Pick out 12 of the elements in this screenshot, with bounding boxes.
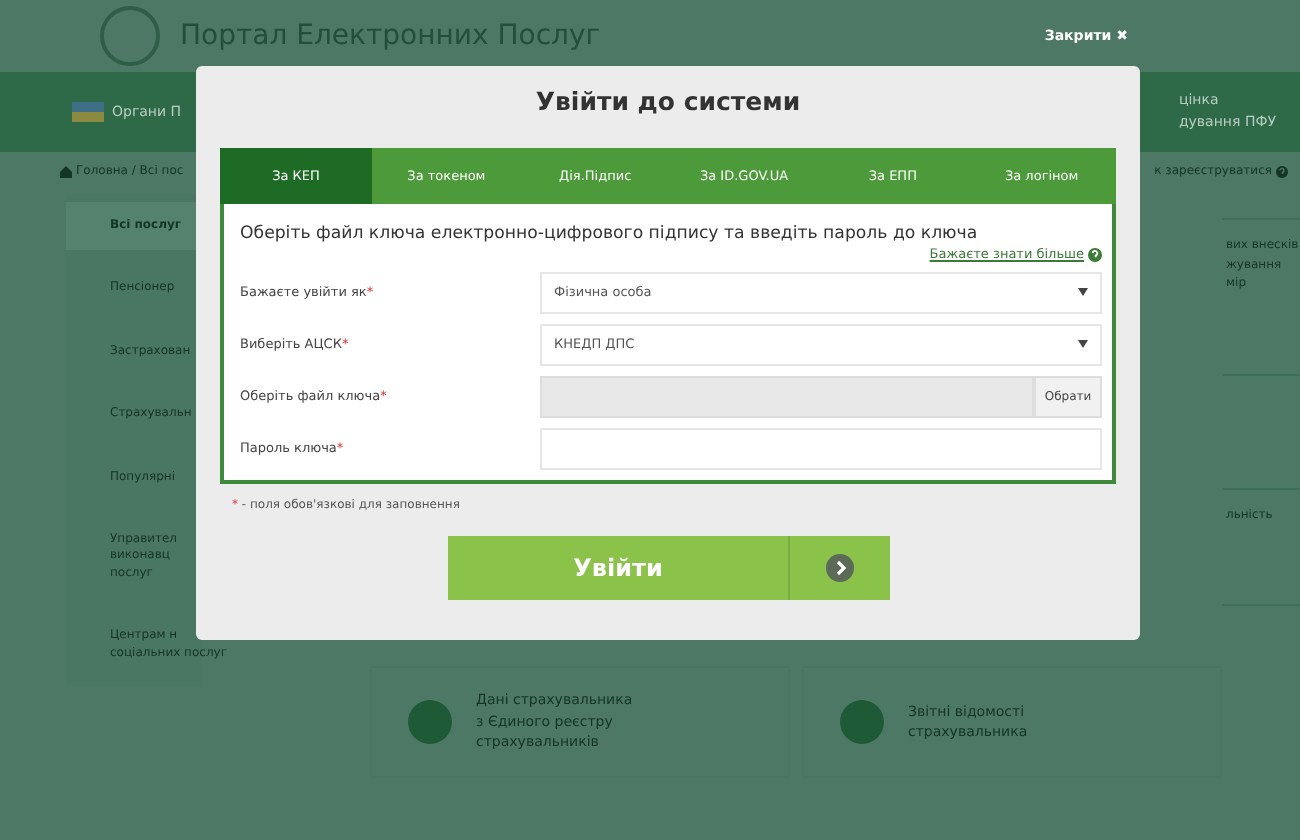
login-button[interactable]: Увійти	[448, 536, 890, 600]
dialog-title: Увійти до системи	[533, 84, 803, 120]
caret-icon	[1078, 288, 1088, 296]
caret-icon	[1078, 340, 1088, 348]
flag-icon	[72, 102, 104, 122]
form-heading: Оберіть файл ключа електронно-цифрового підпису та введіть пароль до ключа	[240, 224, 980, 244]
emblem-icon	[100, 6, 160, 66]
help-icon[interactable]	[1276, 165, 1288, 177]
arrow-circle-icon	[826, 554, 854, 582]
home-icon[interactable]	[60, 165, 72, 177]
file-field[interactable]	[540, 375, 1034, 417]
password-field[interactable]	[540, 427, 1102, 469]
